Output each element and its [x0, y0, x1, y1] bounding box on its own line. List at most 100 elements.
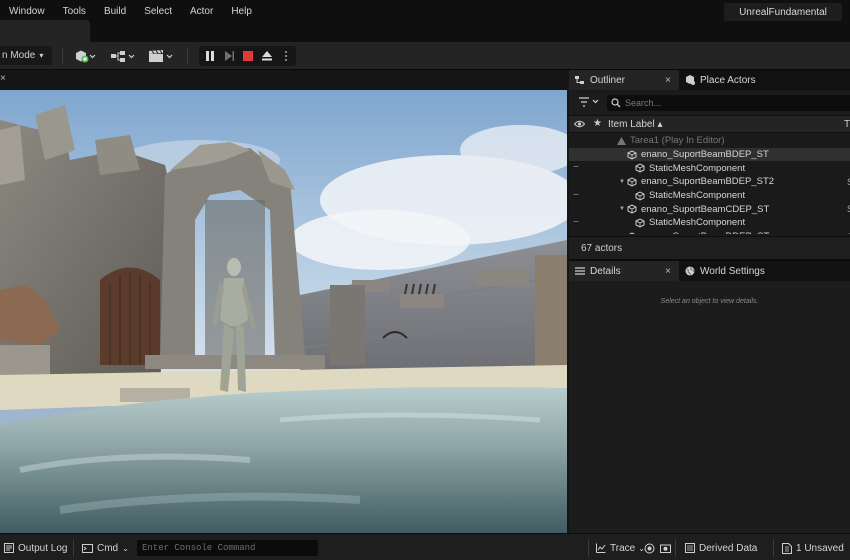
console-command-box[interactable] [137, 540, 318, 556]
cmd-selector[interactable]: Cmd ⌄ [82, 541, 129, 555]
place-actors-icon [685, 75, 695, 85]
menu-build[interactable]: Build [95, 0, 135, 24]
outliner-row[interactable]: ▼ enano_SuportBeamBDEP_ST2 S [569, 175, 850, 189]
toolbar-divider [62, 48, 63, 64]
viewport-scene [0, 90, 567, 533]
outliner-search-box[interactable] [607, 95, 850, 111]
camera-icon [660, 544, 671, 553]
close-icon[interactable]: × [665, 266, 671, 277]
outliner-row[interactable]: ⌣StaticMeshComponent( [569, 216, 850, 230]
terminal-icon [82, 543, 93, 553]
derived-data-label: Derived Data [699, 542, 758, 554]
clapperboard-icon [149, 50, 173, 62]
outliner-row-label: Tarea1 (Play In Editor) [630, 135, 725, 147]
pause-button[interactable] [203, 49, 217, 63]
mode-selector-label: n Mode [2, 50, 36, 61]
status-bar: Output Log Cmd ⌄ Trace ⌄ Derived Data 1 [0, 533, 850, 560]
trace-icon [596, 543, 606, 553]
level-tab[interactable] [0, 20, 90, 42]
play-options-button[interactable] [279, 49, 293, 63]
console-command-input[interactable] [142, 540, 312, 556]
tab-place-actors-label: Place Actors [700, 74, 756, 86]
skip-frame-button[interactable] [222, 49, 236, 63]
wall-ledge [400, 294, 444, 308]
tab-world-settings-label: World Settings [700, 265, 765, 277]
tab-details[interactable]: Details × [569, 261, 679, 281]
play-next-icon [225, 51, 234, 61]
eject-button[interactable] [260, 49, 274, 63]
tab-world-settings[interactable]: World Settings [679, 261, 789, 281]
status-divider [73, 539, 74, 557]
wall-ledge [477, 270, 529, 286]
globe-icon [685, 266, 695, 276]
details-tab-bar: Details × World Settings [569, 261, 850, 281]
main-toolbar: n Mode ▾ [0, 42, 850, 70]
search-input[interactable] [625, 98, 825, 108]
visibility-toggle-icon[interactable]: ⌣ [573, 161, 579, 172]
outliner-tab-bar: Outliner × Place Actors [569, 70, 850, 90]
level-viewport[interactable] [0, 90, 567, 533]
screenshot-button[interactable] [660, 541, 671, 555]
derived-data-button[interactable]: Derived Data [685, 541, 757, 555]
stone-steps [145, 355, 325, 369]
outliner-row-label: StaticMeshComponent [649, 162, 746, 174]
mode-selector-button[interactable]: n Mode ▾ [0, 46, 52, 65]
outliner-row[interactable]: ▼enano_SuportBeamDDEP_STS [569, 230, 850, 234]
static-mesh-icon [635, 218, 645, 228]
expand-arrow-icon[interactable]: ▼ [619, 179, 625, 185]
item-label-column-header[interactable]: Item Label ▴ [608, 119, 663, 130]
outliner-row[interactable]: ⌣StaticMeshComponent( [569, 189, 850, 203]
blueprint-button[interactable] [110, 48, 136, 64]
more-vertical-icon [285, 51, 287, 61]
outliner-column-header: ★ Item Label ▴ T [569, 115, 850, 133]
tab-place-actors[interactable]: Place Actors [679, 70, 789, 90]
outliner-row-label: enano_SuportBeamCDEP_ST [640, 203, 770, 215]
visibility-column-eye-icon[interactable] [573, 120, 586, 131]
output-log-button[interactable]: Output Log [4, 541, 67, 555]
outliner-row[interactable]: ▼ enano_SuportBeamCDEP_ST S [569, 202, 850, 216]
menu-help[interactable]: Help [222, 0, 261, 24]
outliner-tree: Tarea1 (Play In Editor) enano_SuportBeamB… [569, 134, 850, 234]
static-mesh-icon [627, 204, 637, 214]
visibility-toggle-icon[interactable]: ⌣ [573, 189, 579, 200]
tab-outliner[interactable]: Outliner × [569, 70, 679, 90]
outliner-footer: 67 actors [569, 236, 850, 259]
details-panel: Select an object to view details. [569, 281, 850, 533]
trace-label: Trace [610, 542, 636, 554]
expand-arrow-icon[interactable]: ▼ [619, 206, 625, 212]
close-icon[interactable]: × [665, 75, 671, 86]
static-mesh-icon [635, 191, 645, 201]
unsaved-button[interactable]: 1 Unsaved [782, 541, 844, 555]
outliner-row[interactable]: Tarea1 (Play In Editor) [569, 134, 850, 148]
menu-actor[interactable]: Actor [181, 0, 222, 24]
status-divider [588, 539, 589, 557]
chevron-down-icon: ▾ [39, 51, 44, 60]
outliner-row-label: enano_SuportBeamDDEP_ST [641, 231, 769, 234]
stop-button[interactable] [241, 49, 255, 63]
filter-button[interactable] [579, 97, 601, 107]
eject-icon [262, 51, 272, 61]
world-icon [617, 136, 626, 145]
menu-select[interactable]: Select [135, 0, 181, 24]
static-mesh-icon [627, 149, 637, 160]
outliner-icon [575, 75, 585, 85]
type-column-header[interactable]: T [844, 119, 850, 130]
filter-icon [579, 97, 599, 107]
cinematics-button[interactable] [148, 48, 174, 64]
visibility-toggle-icon[interactable]: ⌣ [573, 216, 579, 227]
source-control-button[interactable] [644, 541, 655, 555]
viewport-close-icon[interactable]: × [0, 73, 6, 84]
right-rock [535, 255, 567, 375]
actor-count: 67 actors [581, 243, 623, 254]
pinned-column-star-icon[interactable]: ★ [593, 118, 602, 129]
static-mesh-icon [627, 232, 637, 234]
outliner-row[interactable]: ⌣StaticMeshComponent( [569, 161, 850, 175]
pause-icon [206, 51, 214, 61]
add-content-button[interactable] [74, 48, 96, 64]
play-controls [199, 46, 296, 66]
outliner-row-label: enano_SuportBeamBDEP_ST [641, 149, 769, 161]
unsaved-file-icon [782, 542, 792, 554]
trace-button[interactable]: Trace ⌄ [596, 541, 645, 555]
outliner-row[interactable]: enano_SuportBeamBDEP_ST [569, 147, 850, 162]
outliner-search-row [569, 92, 850, 114]
